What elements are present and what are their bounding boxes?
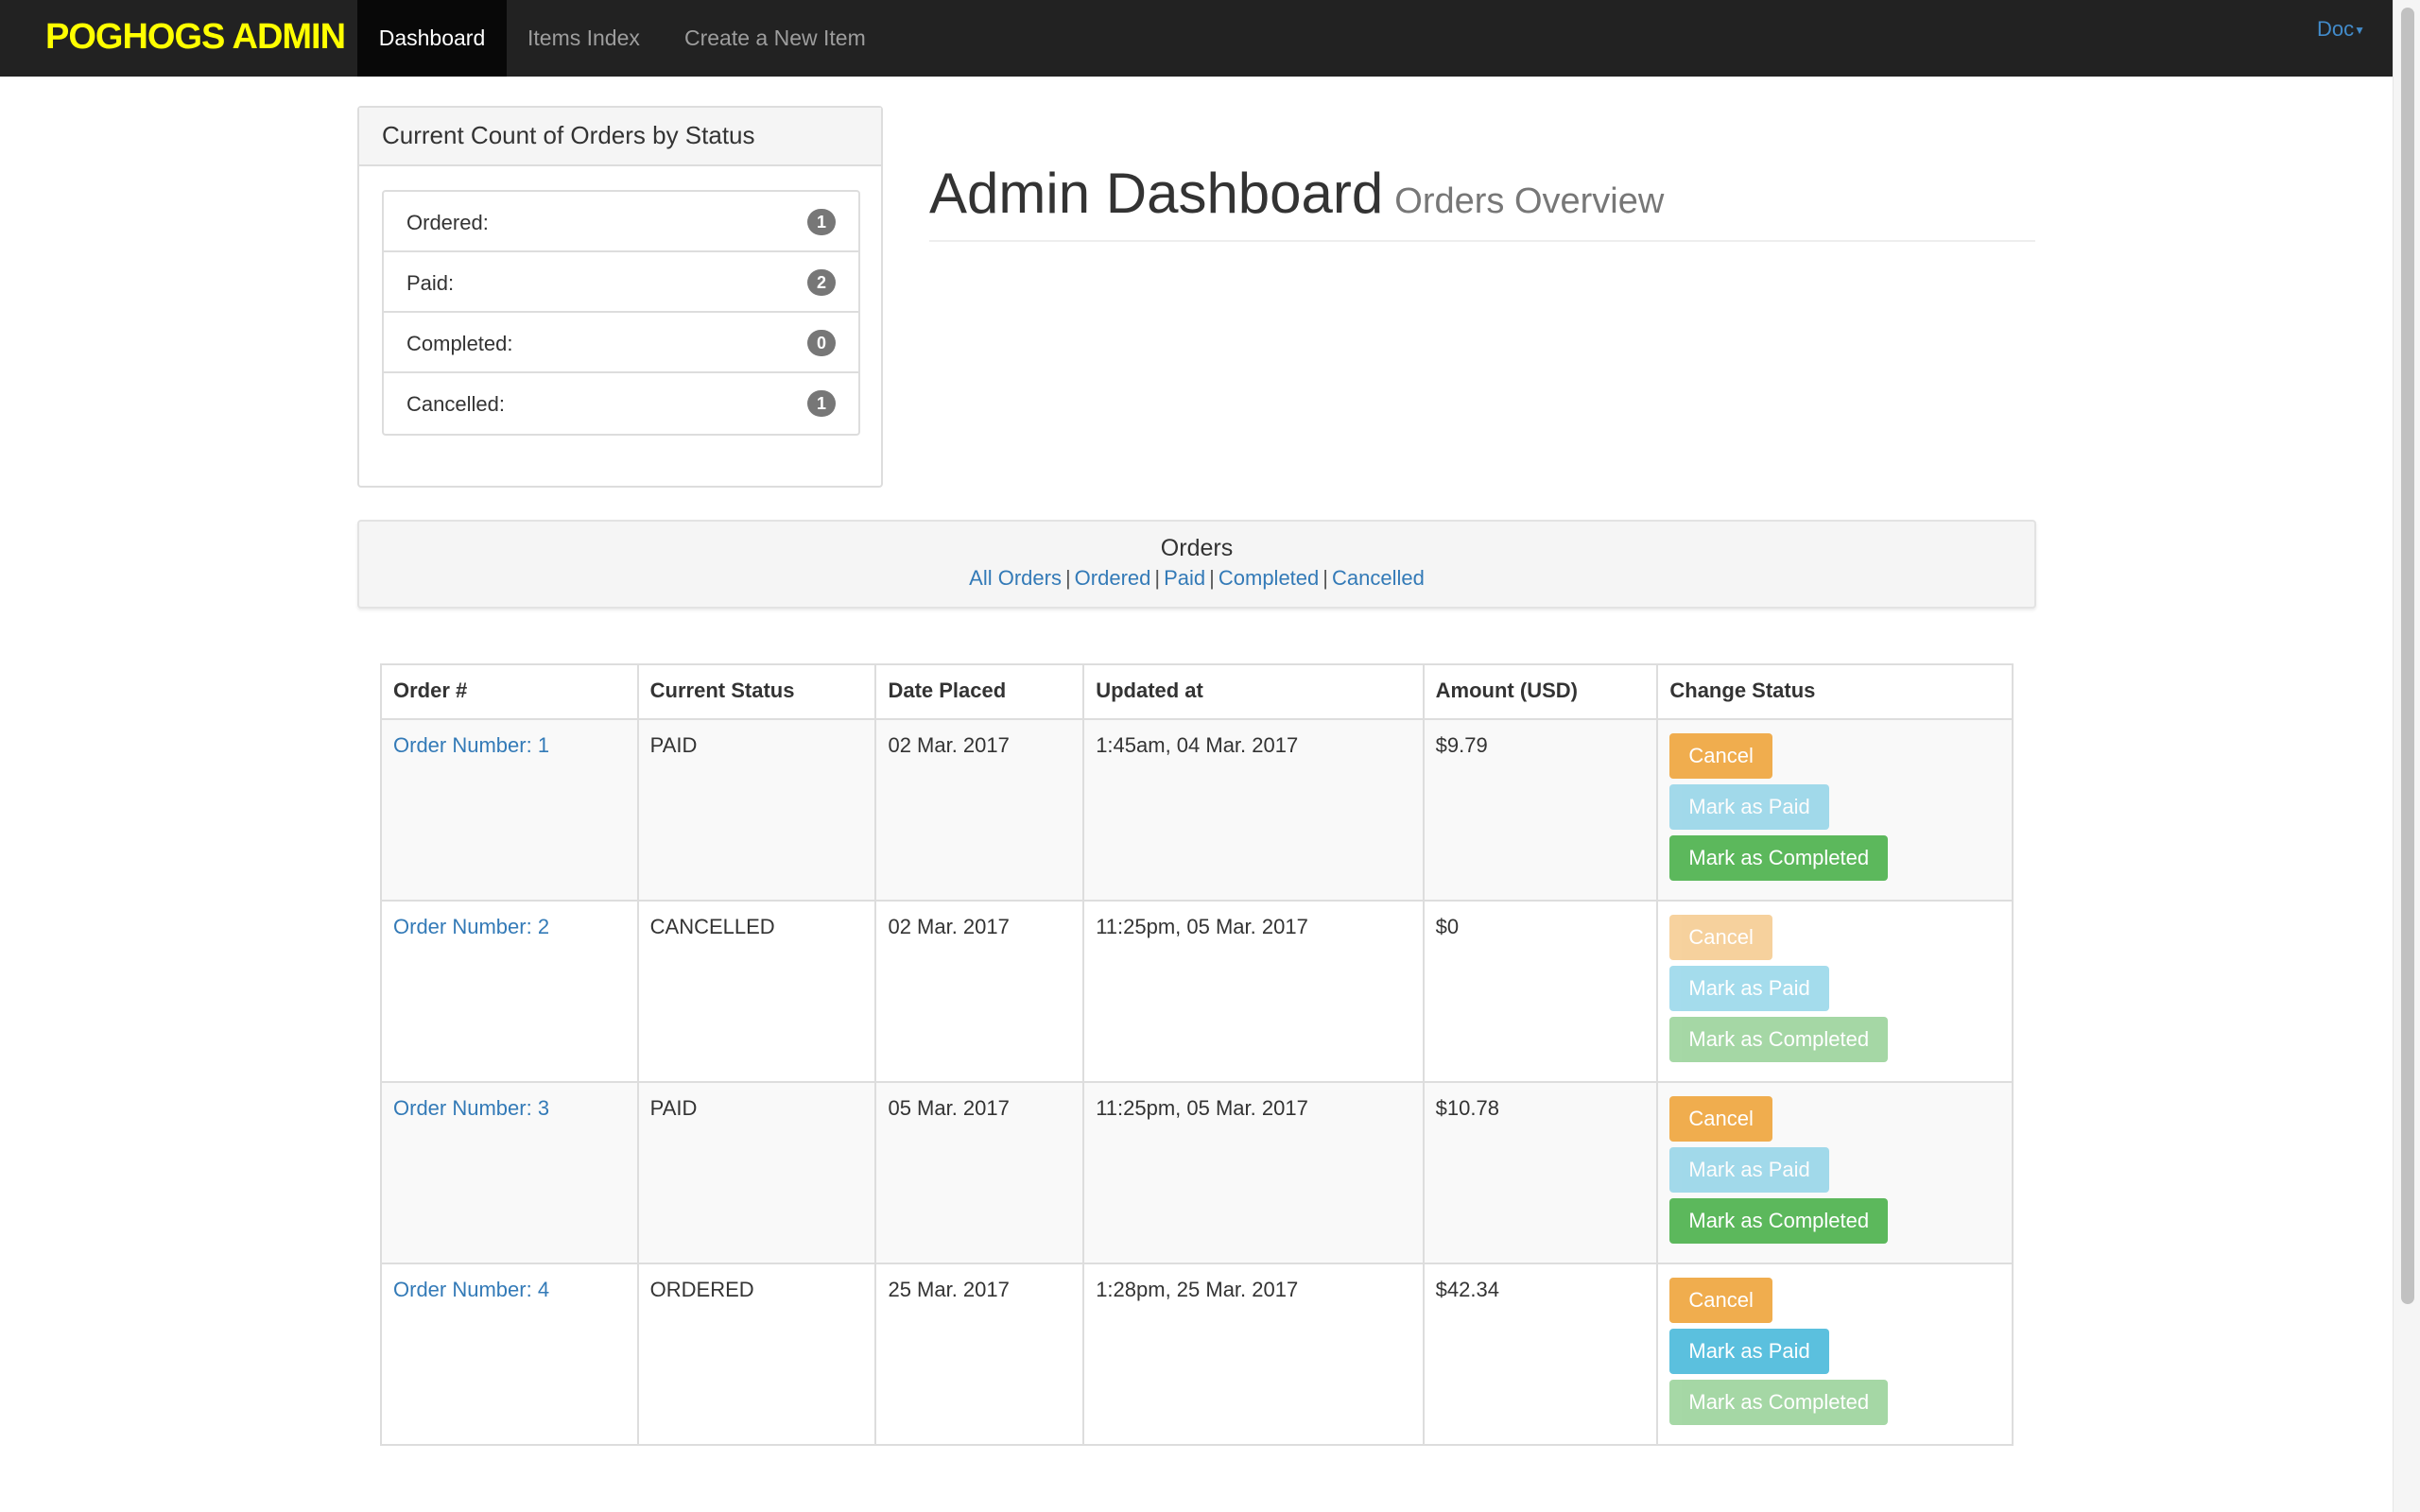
status-panel-title: Current Count of Orders by Status bbox=[359, 108, 881, 166]
brand-logo[interactable]: POGHOGS ADMIN bbox=[45, 17, 346, 58]
order-link[interactable]: Order Number: 3 bbox=[393, 1096, 549, 1120]
table-row: Order Number: 2 CANCELLED 02 Mar. 2017 1… bbox=[380, 900, 2014, 1083]
order-cell: Order Number: 3 bbox=[380, 1081, 639, 1264]
caret-down-icon: ▼ bbox=[2354, 24, 2365, 38]
cancel-button: Cancel bbox=[1669, 915, 1772, 960]
table-row: Order Number: 1 PAID 02 Mar. 2017 1:45am… bbox=[380, 718, 2014, 902]
column-header: Updated at bbox=[1082, 663, 1425, 720]
column-header: Change Status bbox=[1656, 663, 2014, 720]
mark-as-completed-button[interactable]: Mark as Completed bbox=[1669, 835, 1889, 881]
status-label: Completed: bbox=[406, 332, 513, 355]
change-status-cell: Cancel Mark as Paid Mark as Completed bbox=[1656, 900, 2014, 1083]
separator: | bbox=[1154, 566, 1161, 590]
status-cell: PAID bbox=[636, 718, 877, 902]
filter-link-paid[interactable]: Paid bbox=[1164, 566, 1205, 590]
status-count-panel: Current Count of Orders by Status Ordere… bbox=[357, 106, 883, 488]
order-link[interactable]: Order Number: 4 bbox=[393, 1278, 549, 1301]
status-label: Ordered: bbox=[406, 211, 489, 234]
mark-as-completed-button: Mark as Completed bbox=[1669, 1380, 1889, 1425]
date-placed-cell: 02 Mar. 2017 bbox=[874, 900, 1085, 1083]
amount-cell: $0 bbox=[1422, 900, 1659, 1083]
status-count-list: Ordered: 1 Paid: 2 Completed: 0 Cancelle… bbox=[382, 190, 860, 436]
filter-link-ordered[interactable]: Ordered bbox=[1075, 566, 1151, 590]
status-item-completed: Completed: 0 bbox=[384, 313, 858, 373]
amount-cell: $10.78 bbox=[1422, 1081, 1659, 1264]
change-status-cell: Cancel Mark as Paid Mark as Completed bbox=[1656, 1081, 2014, 1264]
mark-as-paid-button: Mark as Paid bbox=[1669, 784, 1829, 830]
column-header: Date Placed bbox=[874, 663, 1085, 720]
user-menu-dropdown[interactable]: Doc▼ bbox=[2317, 17, 2365, 42]
status-label: Cancelled: bbox=[406, 392, 505, 416]
status-cell: ORDERED bbox=[636, 1263, 877, 1446]
column-header: Amount (USD) bbox=[1422, 663, 1659, 720]
filter-link-all-orders[interactable]: All Orders bbox=[969, 566, 1062, 590]
page-title: Admin Dashboard bbox=[929, 162, 1384, 225]
amount-cell: $42.34 bbox=[1422, 1263, 1659, 1446]
orders-filter-title: Orders bbox=[1160, 535, 1234, 561]
page-header: Admin Dashboard Orders Overview bbox=[929, 161, 2035, 242]
order-cell: Order Number: 2 bbox=[380, 900, 639, 1083]
change-status-cell: Cancel Mark as Paid Mark as Completed bbox=[1656, 1263, 2014, 1446]
count-badge: 0 bbox=[807, 330, 836, 356]
date-placed-cell: 25 Mar. 2017 bbox=[874, 1263, 1085, 1446]
mark-as-paid-button: Mark as Paid bbox=[1669, 1147, 1829, 1193]
column-header: Current Status bbox=[636, 663, 877, 720]
filter-link-cancelled[interactable]: Cancelled bbox=[1332, 566, 1425, 590]
status-item-paid: Paid: 2 bbox=[384, 252, 858, 313]
updated-at-cell: 11:25pm, 05 Mar. 2017 bbox=[1082, 900, 1425, 1083]
orders-filter-links: All Orders | Ordered | Paid | Completed | Cancel… bbox=[359, 566, 2034, 591]
cancel-button[interactable]: Cancel bbox=[1669, 733, 1772, 779]
table-row: Order Number: 3 PAID 05 Mar. 2017 11:25p… bbox=[380, 1081, 2014, 1264]
nav-item-dashboard[interactable]: Dashboard bbox=[357, 0, 507, 77]
vertical-scrollbar[interactable] bbox=[2393, 0, 2420, 1512]
mark-as-paid-button: Mark as Paid bbox=[1669, 966, 1829, 1011]
count-badge: 2 bbox=[807, 269, 836, 296]
mark-as-completed-button[interactable]: Mark as Completed bbox=[1669, 1198, 1889, 1244]
order-cell: Order Number: 4 bbox=[380, 1263, 639, 1446]
order-link[interactable]: Order Number: 1 bbox=[393, 733, 549, 757]
status-cell: PAID bbox=[636, 1081, 877, 1264]
amount-cell: $9.79 bbox=[1422, 718, 1659, 902]
status-cell: CANCELLED bbox=[636, 900, 877, 1083]
nav-item-create-new-item[interactable]: Create a New Item bbox=[684, 0, 866, 77]
status-item-cancelled: Cancelled: 1 bbox=[384, 373, 858, 434]
orders-table: Order # Current Status Date Placed Updat… bbox=[380, 663, 2014, 1446]
status-item-ordered: Ordered: 1 bbox=[384, 192, 858, 252]
count-badge: 1 bbox=[807, 390, 836, 417]
table-row: Order Number: 4 ORDERED 25 Mar. 2017 1:2… bbox=[380, 1263, 2014, 1446]
count-badge: 1 bbox=[807, 209, 836, 235]
scrollbar-thumb[interactable] bbox=[2401, 8, 2414, 1304]
mark-as-completed-button: Mark as Completed bbox=[1669, 1017, 1889, 1062]
updated-at-cell: 1:28pm, 25 Mar. 2017 bbox=[1082, 1263, 1425, 1446]
page-subtitle: Orders Overview bbox=[1394, 181, 1665, 221]
date-placed-cell: 02 Mar. 2017 bbox=[874, 718, 1085, 902]
top-navbar: POGHOGS ADMIN Dashboard Items Index Crea… bbox=[0, 0, 2394, 77]
separator: | bbox=[1322, 566, 1328, 590]
orders-filter-bar: Orders All Orders | Ordered | Paid | Completed… bbox=[357, 520, 2036, 609]
separator: | bbox=[1209, 566, 1215, 590]
updated-at-cell: 1:45am, 04 Mar. 2017 bbox=[1082, 718, 1425, 902]
filter-link-completed[interactable]: Completed bbox=[1219, 566, 1319, 590]
change-status-cell: Cancel Mark as Paid Mark as Completed bbox=[1656, 718, 2014, 902]
date-placed-cell: 05 Mar. 2017 bbox=[874, 1081, 1085, 1264]
order-cell: Order Number: 1 bbox=[380, 718, 639, 902]
column-header: Order # bbox=[380, 663, 639, 720]
order-link[interactable]: Order Number: 2 bbox=[393, 915, 549, 938]
status-label: Paid: bbox=[406, 271, 455, 295]
cancel-button[interactable]: Cancel bbox=[1669, 1096, 1772, 1142]
user-menu-label: Doc bbox=[2316, 17, 2355, 41]
table-header-row: Order # Current Status Date Placed Updat… bbox=[380, 663, 2014, 720]
nav-item-items-index[interactable]: Items Index bbox=[527, 0, 640, 77]
separator: | bbox=[1064, 566, 1071, 590]
cancel-button[interactable]: Cancel bbox=[1669, 1278, 1772, 1323]
mark-as-paid-button[interactable]: Mark as Paid bbox=[1669, 1329, 1829, 1374]
updated-at-cell: 11:25pm, 05 Mar. 2017 bbox=[1082, 1081, 1425, 1264]
